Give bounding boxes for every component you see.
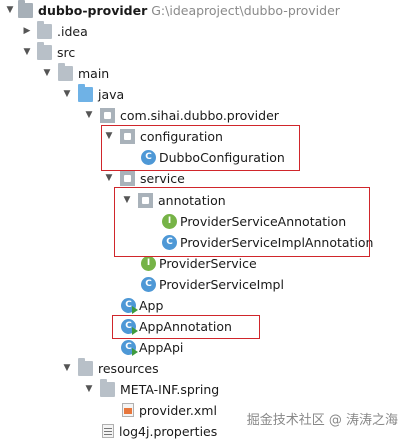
highlight-box-annotation bbox=[114, 187, 370, 257]
tree-label: provider.xml bbox=[139, 403, 217, 418]
source-folder-icon bbox=[78, 84, 93, 102]
project-name: dubbo-provider bbox=[38, 3, 148, 18]
tree-row-package[interactable]: ▼ com.sihai.dubbo.provider bbox=[0, 105, 408, 126]
tree-label: log4j.properties bbox=[119, 424, 218, 439]
watermark: 掘金技术社区 @ 涛涛之海 bbox=[246, 413, 398, 428]
tree-label: AppApi bbox=[139, 340, 184, 355]
expand-arrow-icon[interactable]: ▼ bbox=[84, 384, 94, 394]
tree-label: java bbox=[98, 87, 125, 102]
xml-file-icon bbox=[122, 403, 134, 417]
expand-arrow-icon[interactable]: ▼ bbox=[62, 363, 72, 373]
tree-row-idea[interactable]: ▶ .idea bbox=[0, 21, 408, 42]
interface-icon: I bbox=[141, 256, 156, 271]
collapse-arrow-icon[interactable]: ▶ bbox=[22, 26, 32, 36]
tree-row-src[interactable]: ▼ src bbox=[0, 42, 408, 63]
properties-file-icon bbox=[102, 424, 114, 438]
expand-arrow-icon[interactable]: ▼ bbox=[42, 68, 52, 78]
tree-label: resources bbox=[98, 361, 159, 376]
project-path: G:\ideaproject\dubbo-provider bbox=[151, 3, 340, 18]
tree-row-project[interactable]: ▼ dubbo-provider G:\ideaproject\dubbo-pr… bbox=[0, 0, 408, 21]
package-icon bbox=[120, 171, 135, 186]
runnable-class-icon: C bbox=[121, 298, 138, 314]
expand-arrow-icon[interactable]: ▼ bbox=[104, 173, 114, 183]
tree-row-resources[interactable]: ▼ resources bbox=[0, 358, 408, 379]
folder-icon bbox=[100, 379, 115, 397]
tree-row-main[interactable]: ▼ main bbox=[0, 63, 408, 84]
tree-label: service bbox=[140, 171, 185, 186]
folder-icon bbox=[37, 21, 52, 39]
expand-arrow-icon[interactable]: ▼ bbox=[22, 47, 32, 57]
tree-row-service[interactable]: ▼ service bbox=[0, 168, 408, 189]
class-icon: C bbox=[141, 277, 156, 292]
package-icon bbox=[100, 108, 115, 123]
tree-row-provider-service-impl[interactable]: C ProviderServiceImpl bbox=[0, 274, 408, 295]
tree-label: ProviderServiceImpl bbox=[159, 277, 284, 292]
folder-icon bbox=[58, 63, 73, 81]
tree-row-app[interactable]: C App bbox=[0, 295, 408, 316]
tree-label: .idea bbox=[57, 24, 88, 39]
expand-arrow-icon[interactable]: ▼ bbox=[5, 5, 15, 15]
tree-row-meta-inf[interactable]: ▼ META-INF.spring bbox=[0, 379, 408, 400]
tree-label: ProviderService bbox=[159, 256, 257, 271]
tree-label: META-INF.spring bbox=[120, 382, 220, 397]
expand-arrow-icon[interactable]: ▼ bbox=[84, 110, 94, 120]
runnable-class-icon: C bbox=[121, 340, 138, 356]
tree-row-java[interactable]: ▼ java bbox=[0, 84, 408, 105]
expand-arrow-icon[interactable]: ▼ bbox=[62, 89, 72, 99]
tree-label: com.sihai.dubbo.provider bbox=[120, 108, 279, 123]
resources-folder-icon bbox=[78, 358, 93, 376]
tree-label: main bbox=[78, 66, 110, 81]
folder-icon bbox=[18, 0, 33, 18]
highlight-box-app-annotation bbox=[112, 315, 260, 339]
highlight-box-configuration bbox=[101, 125, 300, 171]
tree-label: App bbox=[139, 298, 164, 313]
folder-icon bbox=[37, 42, 52, 60]
project-label: dubbo-provider G:\ideaproject\dubbo-prov… bbox=[38, 2, 340, 19]
tree-row-app-api[interactable]: C AppApi bbox=[0, 337, 408, 358]
tree-label: src bbox=[57, 45, 76, 60]
